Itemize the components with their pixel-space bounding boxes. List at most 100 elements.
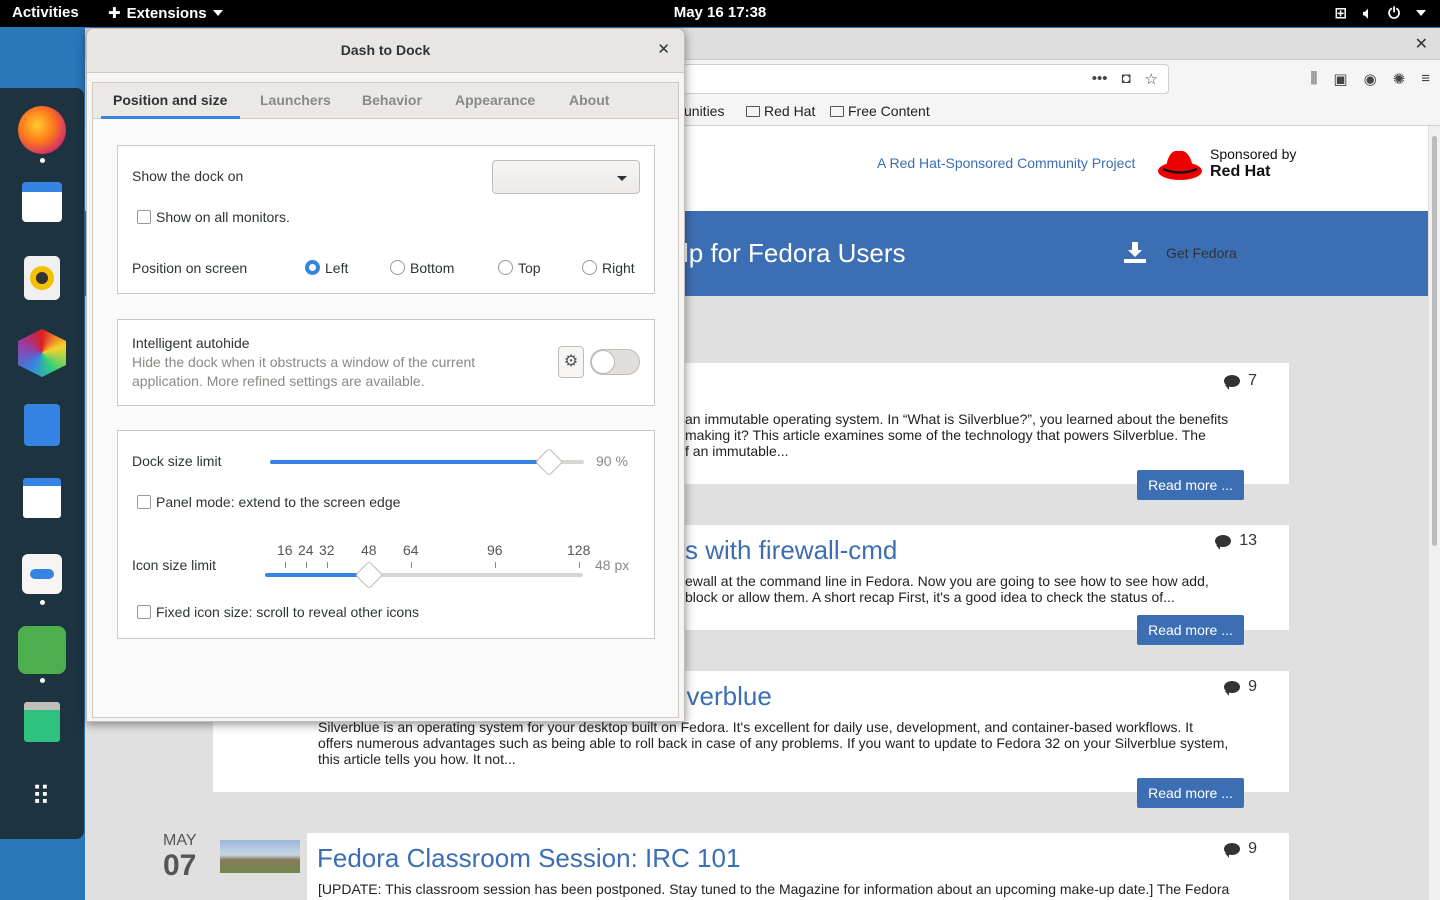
tab-about[interactable]: About (569, 92, 609, 108)
comment-icon (1215, 535, 1232, 550)
comment-icon (1224, 843, 1241, 858)
tweaks-icon[interactable] (22, 554, 62, 594)
tab-behavior[interactable]: Behavior (362, 92, 422, 108)
icon-size-value: 48 px (595, 557, 630, 573)
red-hat-logo-icon (1158, 150, 1202, 180)
pocket-icon[interactable]: ◘ (1121, 70, 1130, 88)
fixed-icon-size-checkbox[interactable] (137, 605, 151, 619)
tick-label: 32 (319, 542, 335, 558)
radio-bottom-label: Bottom (410, 260, 455, 276)
download-icon (1124, 242, 1146, 263)
post-date-month: MAY (163, 832, 197, 849)
system-tray[interactable]: ⊞ 🔈︎ ⏻ (1335, 4, 1426, 22)
chevron-down-icon (212, 10, 223, 16)
activities-button[interactable]: Activities (12, 4, 79, 21)
nav-get-fedora-link[interactable]: Get Fedora (980, 211, 1428, 296)
running-indicator (40, 158, 45, 163)
icon-size-slider[interactable] (265, 560, 583, 590)
radio-left[interactable] (305, 260, 320, 275)
comment-count[interactable]: 7 (1224, 372, 1257, 390)
comment-icon (1224, 375, 1241, 390)
settings-notebook: Position and size Launchers Behavior App… (92, 82, 679, 718)
library-icon[interactable]: ⫼ (1310, 70, 1317, 88)
sponsor-link[interactable]: A Red Hat-Sponsored Community Project (877, 155, 1135, 171)
firefox-icon[interactable] (18, 106, 66, 154)
slider-handle[interactable] (534, 447, 564, 477)
autohide-switch[interactable] (590, 349, 640, 375)
radio-bottom[interactable] (390, 260, 405, 275)
hamburger-menu-icon[interactable]: ≡ (1421, 70, 1430, 88)
tab-bar: Position and size Launchers Behavior App… (93, 83, 678, 119)
autohide-description: Hide the dock when it obstructs a window… (132, 354, 476, 389)
dock-size-slider[interactable] (270, 447, 584, 477)
read-more-button[interactable]: Read more ... (1137, 778, 1244, 808)
tick-label: 24 (298, 542, 314, 558)
tick-label: 48 (361, 542, 377, 558)
top-bar: Activities ✚ Extensions May 16 17:38 ⊞ 🔈… (0, 0, 1440, 27)
bookmark-red-hat[interactable]: Red Hat (746, 103, 815, 119)
network-icon: ⊞ (1334, 5, 1348, 22)
position-on-screen-label: Position on screen (132, 260, 248, 276)
comment-count[interactable]: 13 (1215, 532, 1257, 550)
app-menu-label: Extensions (126, 4, 207, 22)
fixed-icon-size-label: Fixed icon size: scroll to reveal other … (156, 604, 419, 620)
tab-launchers[interactable]: Launchers (260, 92, 331, 108)
panel-mode-label: Panel mode: extend to the screen edge (156, 494, 401, 510)
autohide-title: Intelligent autohide (132, 335, 250, 351)
position-frame: Show the dock on Show on all monitors. P… (117, 145, 655, 294)
clock[interactable]: May 16 17:38 (674, 4, 767, 21)
radio-right[interactable] (582, 260, 597, 275)
monitor-dropdown[interactable] (492, 160, 640, 194)
close-icon[interactable]: ✕ (1415, 34, 1428, 54)
show-all-monitors-checkbox[interactable] (137, 210, 151, 224)
account-icon[interactable]: ◉ (1364, 70, 1377, 88)
puzzle-icon: ✚ (108, 5, 121, 22)
article-title[interactable]: ilverblue (675, 681, 772, 712)
bookmark-free-content[interactable]: Free Content (830, 103, 930, 119)
radio-left-label: Left (325, 260, 349, 276)
bookmark-star-icon[interactable]: ☆ (1145, 70, 1158, 88)
volume-icon: 🔈︎ (1363, 4, 1373, 22)
app-grid-icon[interactable]: ⠿ (18, 772, 66, 820)
switch-knob (591, 350, 615, 374)
software-store-icon[interactable] (23, 478, 61, 518)
sidebar-icon[interactable]: ▣ (1333, 70, 1347, 88)
software-hexagon-icon[interactable] (18, 329, 66, 377)
read-more-button[interactable]: Read more ... (1137, 470, 1244, 500)
article-excerpt: an immutable operating system. In “What … (685, 411, 1229, 459)
more-actions-icon[interactable]: ••• (1092, 70, 1108, 88)
close-icon[interactable]: ✕ (657, 40, 670, 58)
folder-icon (746, 105, 760, 117)
page-scrollbar[interactable] (1429, 126, 1440, 900)
bookmark-communities[interactable]: unities (684, 103, 724, 119)
active-tab-indicator (101, 116, 240, 119)
comment-count[interactable]: 9 (1224, 840, 1257, 858)
article-thumbnail[interactable] (220, 840, 300, 873)
tick-label: 96 (487, 542, 503, 558)
post-date-day: 07 (163, 849, 197, 882)
trash-icon[interactable] (24, 702, 60, 742)
dock: ⠿ (0, 88, 84, 839)
radio-top-label: Top (518, 260, 541, 276)
autohide-settings-button[interactable]: ⚙ (558, 346, 584, 378)
extensions-app-menu[interactable]: ✚ Extensions (108, 4, 223, 22)
icon-size-limit-label: Icon size limit (132, 557, 217, 573)
panel-mode-checkbox[interactable] (137, 495, 151, 509)
comment-count[interactable]: 9 (1224, 678, 1257, 696)
extension-icon[interactable]: ✺ (1393, 70, 1406, 88)
read-more-button[interactable]: Read more ... (1137, 615, 1244, 645)
slider-handle[interactable] (354, 560, 384, 590)
rhythmbox-icon[interactable] (24, 256, 60, 300)
extensions-puzzle-icon[interactable] (18, 626, 66, 674)
tab-appearance[interactable]: Appearance (455, 92, 535, 108)
scrollbar-thumb[interactable] (1432, 136, 1437, 546)
article-title[interactable]: s with firewall-cmd (685, 535, 897, 566)
article-title[interactable]: Fedora Classroom Session: IRC 101 (317, 843, 740, 874)
tick-mark (306, 562, 307, 568)
files-icon[interactable] (24, 404, 60, 446)
tick-mark (327, 562, 328, 568)
calendar-icon[interactable] (22, 182, 62, 222)
tick-mark (579, 562, 580, 568)
radio-top[interactable] (498, 260, 513, 275)
tab-position-and-size[interactable]: Position and size (113, 92, 227, 108)
